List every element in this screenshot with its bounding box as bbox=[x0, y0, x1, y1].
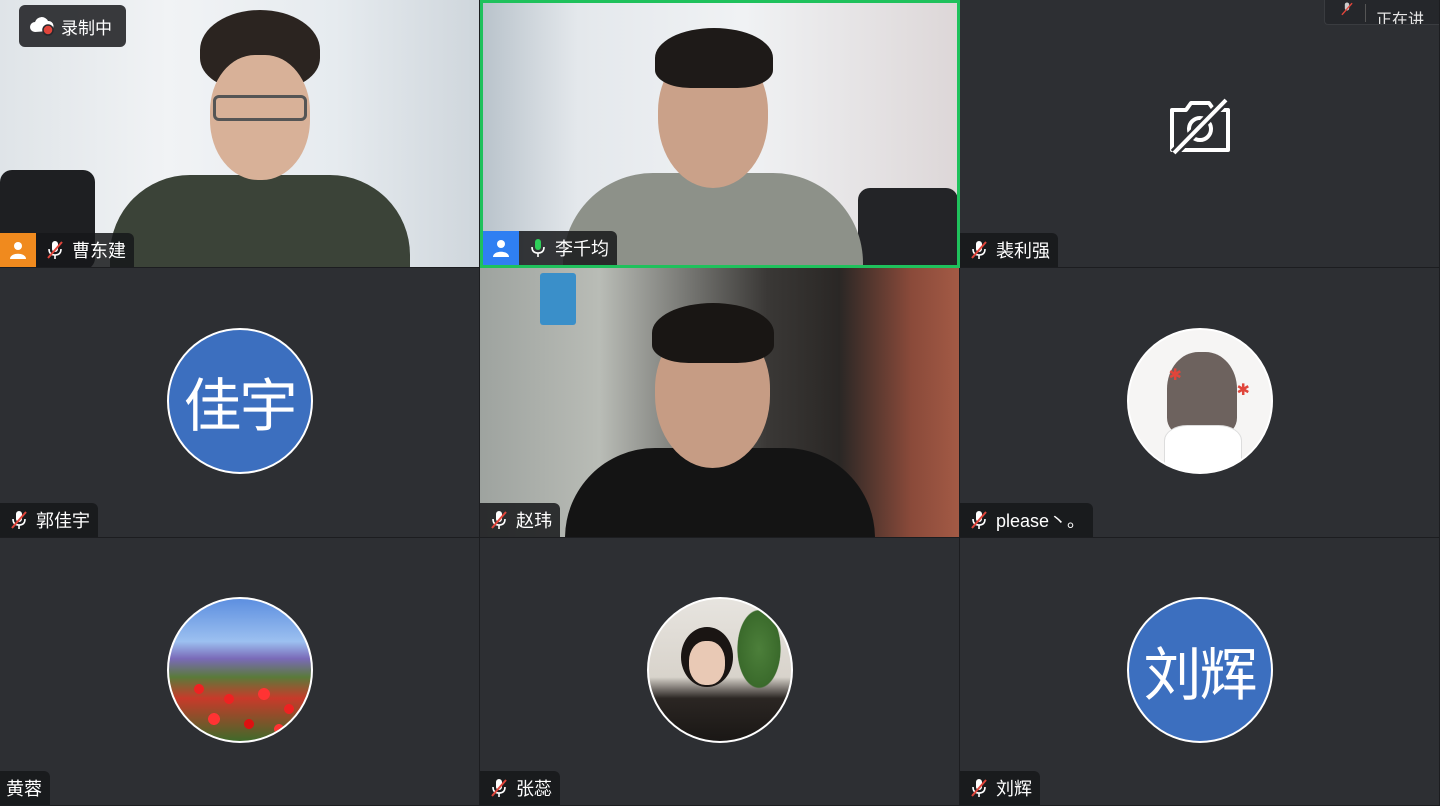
participant-name: 郭佳宇 bbox=[36, 511, 90, 531]
participant-tile-8[interactable]: 张蕊 bbox=[480, 538, 960, 806]
mic-active-icon bbox=[525, 235, 551, 261]
video-grid: 曹东建 李千均 正在讲 裴利强 佳宇 郭佳宇 赵玮 ✱ ✱ please丶。 黄… bbox=[0, 0, 1440, 806]
participant-name-label: 赵玮 bbox=[480, 503, 560, 537]
speaking-indicator: 正在讲 bbox=[1324, 0, 1439, 25]
mic-muted-icon bbox=[966, 775, 992, 801]
participant-name: 李千均 bbox=[555, 239, 609, 259]
participant-video bbox=[483, 3, 957, 265]
mic-muted-icon bbox=[966, 237, 992, 263]
participant-name: 曹东建 bbox=[72, 241, 126, 261]
avatar bbox=[646, 596, 793, 743]
participant-name: 黄蓉 bbox=[6, 779, 42, 799]
participant-name-label: 刘辉 bbox=[960, 771, 1040, 805]
participant-name: please丶。 bbox=[996, 511, 1086, 531]
avatar: 佳宇 bbox=[166, 327, 313, 474]
participant-name: 赵玮 bbox=[516, 511, 552, 531]
participant-name: 裴利强 bbox=[996, 241, 1050, 261]
participant-name-label: 黄蓉 bbox=[0, 771, 50, 805]
participant-name-label: 张蕊 bbox=[480, 771, 560, 805]
mic-muted-icon bbox=[6, 507, 32, 533]
participant-tile-5[interactable]: 赵玮 bbox=[480, 268, 960, 538]
speaking-label: 正在讲 bbox=[1376, 12, 1425, 25]
mic-muted-icon bbox=[486, 507, 512, 533]
mic-muted-icon bbox=[42, 237, 68, 263]
participant-name: 张蕊 bbox=[516, 779, 552, 799]
participant-name-label: 曹东建 bbox=[0, 233, 134, 267]
camera-off-icon bbox=[1166, 96, 1234, 156]
mic-muted-icon bbox=[966, 507, 992, 533]
cohost-icon bbox=[483, 231, 519, 265]
mic-muted-icon bbox=[1339, 1, 1355, 22]
participant-tile-4[interactable]: 佳宇 郭佳宇 bbox=[0, 268, 480, 538]
participant-name-label: 裴利强 bbox=[960, 233, 1058, 267]
participant-tile-6[interactable]: ✱ ✱ please丶。 bbox=[960, 268, 1440, 538]
avatar: 刘辉 bbox=[1126, 596, 1273, 743]
participant-tile-9[interactable]: 刘辉 刘辉 bbox=[960, 538, 1440, 806]
participant-name-label: 李千均 bbox=[483, 231, 617, 265]
host-icon bbox=[0, 233, 36, 267]
participant-tile-3[interactable]: 正在讲 裴利强 bbox=[960, 0, 1440, 268]
participant-name-label: please丶。 bbox=[960, 503, 1094, 537]
recording-indicator[interactable]: 录制中 bbox=[19, 5, 126, 47]
avatar: ✱ ✱ bbox=[1126, 327, 1273, 474]
participant-video bbox=[480, 268, 959, 537]
participant-name: 刘辉 bbox=[996, 779, 1032, 799]
avatar bbox=[166, 596, 313, 743]
recording-label: 录制中 bbox=[61, 18, 112, 38]
participant-tile-2[interactable]: 李千均 bbox=[480, 0, 960, 268]
cloud-record-icon bbox=[29, 15, 55, 37]
participant-name-label: 郭佳宇 bbox=[0, 503, 98, 537]
participant-tile-7[interactable]: 黄蓉 bbox=[0, 538, 480, 806]
mic-muted-icon bbox=[486, 775, 512, 801]
